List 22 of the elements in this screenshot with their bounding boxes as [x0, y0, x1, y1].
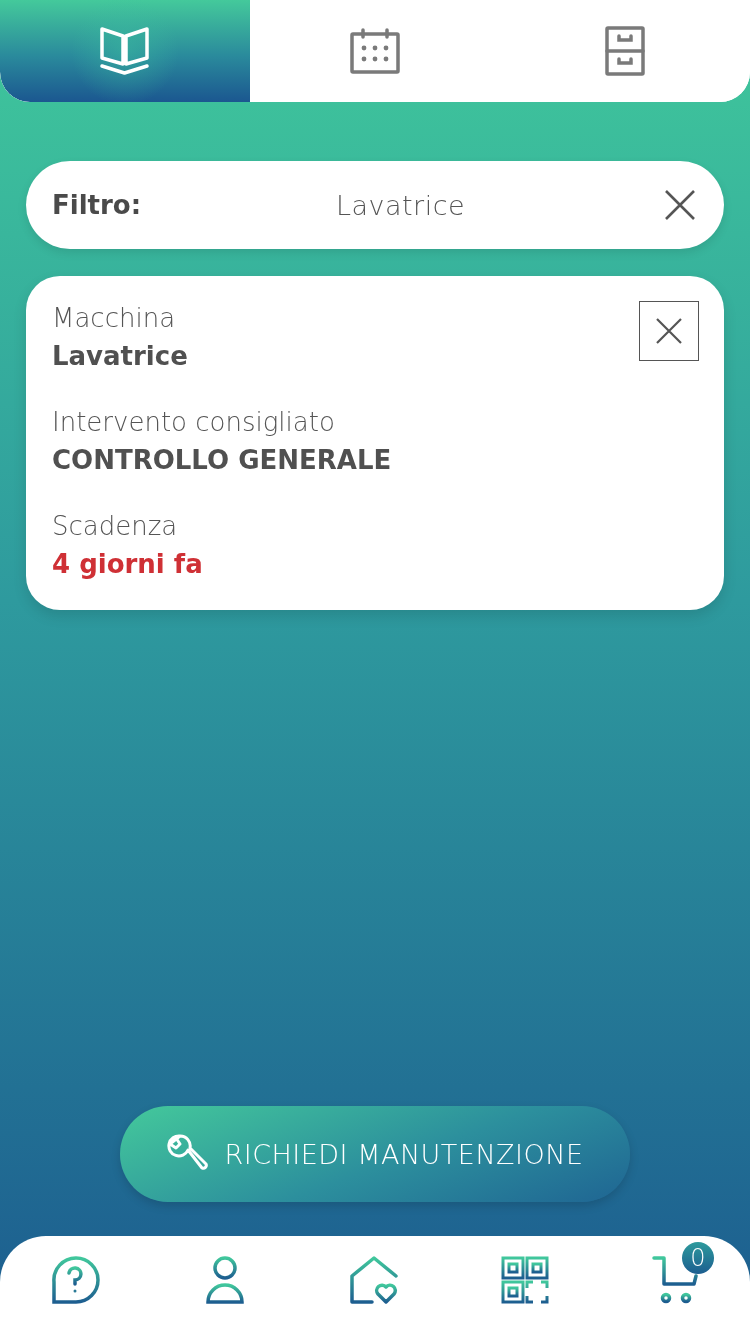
nav-item[interactable]: 0	[600, 1236, 750, 1334]
help-icon	[50, 1256, 100, 1304]
field-value: CONTROLLO GENERALE	[52, 444, 392, 477]
field-value: 4 giorni fa	[52, 548, 203, 581]
book-icon	[99, 26, 151, 76]
field-label: Intervento consigliato	[52, 406, 335, 439]
qr-code-icon	[501, 1256, 549, 1304]
cart-count-badge: 0	[682, 1242, 714, 1274]
dismiss-button[interactable]	[639, 301, 699, 361]
field-value: Lavatrice	[52, 340, 188, 373]
home-heart-icon	[350, 1256, 400, 1304]
filter-value[interactable]: Lavatrice	[141, 189, 660, 221]
cabinet-icon	[605, 26, 645, 76]
user-icon	[206, 1256, 244, 1304]
request-maintenance-button[interactable]: RICHIEDI MANUTENZIONE	[120, 1106, 630, 1202]
close-icon	[664, 189, 696, 221]
field-label: Scadenza	[52, 510, 178, 543]
filter-label: Filtro:	[52, 190, 142, 220]
tab[interactable]	[0, 0, 250, 102]
close-icon	[656, 318, 682, 344]
field-label: Macchina	[52, 302, 176, 335]
calendar-icon	[350, 28, 400, 74]
